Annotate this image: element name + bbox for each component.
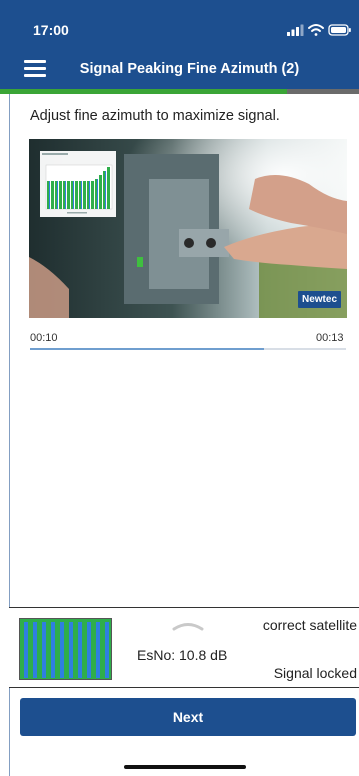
wizard-progress-fill: [0, 89, 288, 94]
home-indicator: [124, 765, 246, 769]
instruction-video[interactable]: Newtec: [29, 139, 347, 318]
satellite-status: correct satellite: [262, 617, 357, 633]
cellular-signal-icon: [287, 24, 304, 36]
battery-icon: [328, 24, 351, 36]
video-current-time: 00:10: [30, 332, 58, 344]
next-button[interactable]: Next: [20, 698, 356, 736]
signal-lock-status: Signal locked: [273, 665, 357, 681]
video-duration: 00:13: [316, 332, 344, 344]
status-icons: [287, 24, 351, 36]
wizard-progress-bar: [0, 89, 359, 94]
instruction-text: Adjust fine azimuth to maximize signal.: [30, 108, 280, 124]
spectrum-overlay: [40, 151, 116, 217]
chevron-up-icon[interactable]: [171, 619, 205, 631]
app-header: 17:00 Signal Peaking Fine Azimuth (2): [0, 0, 359, 94]
hamburger-menu-icon[interactable]: [24, 60, 46, 78]
signal-spectrum-thumbnail[interactable]: [19, 618, 112, 680]
status-time: 17:00: [33, 22, 69, 38]
wifi-icon: [308, 24, 324, 36]
signal-status-panel: EsNo: 10.8 dB correct satellite Signal l…: [9, 607, 359, 688]
video-seek-fill: [30, 348, 264, 350]
page-title: Signal Peaking Fine Azimuth (2): [79, 61, 300, 77]
newtec-logo: Newtec: [297, 291, 341, 308]
video-seek-bar[interactable]: [30, 348, 346, 350]
esno-value: EsNo: 10.8 dB: [137, 647, 228, 663]
